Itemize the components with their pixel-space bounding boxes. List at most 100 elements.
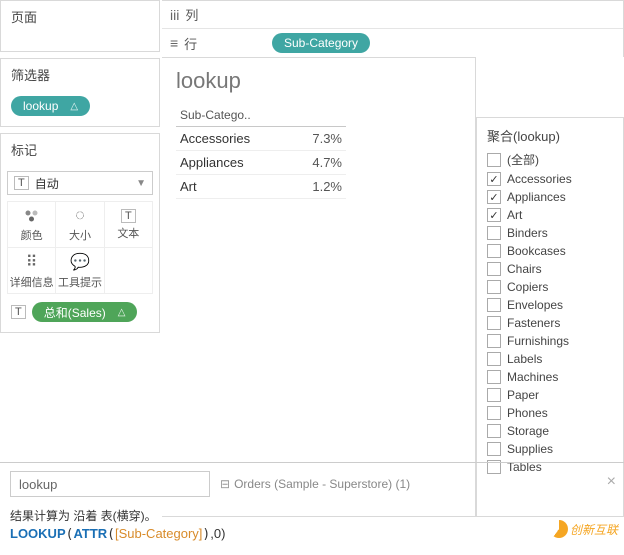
viz-title: lookup xyxy=(176,68,461,94)
columns-icon: iii xyxy=(170,7,179,23)
marks-pill-label: 总和(Sales) xyxy=(44,304,106,321)
fn-attr: ATTR xyxy=(73,526,107,541)
filter-checkbox-row[interactable]: Supplies xyxy=(481,440,619,458)
calc-result-description: 结果计算为 沿着 表(横穿)。 xyxy=(10,507,614,524)
checkbox[interactable] xyxy=(487,388,501,402)
filter-checkbox-row[interactable]: Accessories xyxy=(481,170,619,188)
checkbox-label: Accessories xyxy=(507,172,572,186)
checkbox-label: Machines xyxy=(507,370,558,384)
checkbox-label: Envelopes xyxy=(507,298,563,312)
checkbox-label: Bookcases xyxy=(507,244,566,258)
checkbox[interactable] xyxy=(487,370,501,384)
args-tail: ,0) xyxy=(210,526,225,541)
checkbox[interactable] xyxy=(487,316,501,330)
checkbox[interactable] xyxy=(487,262,501,276)
row-value: 1.2% xyxy=(312,179,342,194)
size-icon: ◌ xyxy=(75,207,85,225)
checkbox-label: (全部) xyxy=(507,151,539,168)
watermark: 创新互联 xyxy=(550,520,618,538)
checkbox[interactable] xyxy=(487,244,501,258)
close-icon[interactable]: × xyxy=(607,473,616,491)
checkbox-label: Chairs xyxy=(507,262,542,276)
filter-checkbox-row[interactable]: Furnishings xyxy=(481,332,619,350)
row-value: 7.3% xyxy=(312,131,342,146)
marks-size-label: 大小 xyxy=(69,227,91,243)
text-mark-icon: T xyxy=(11,305,26,319)
checkbox[interactable] xyxy=(487,208,501,222)
row-category: Accessories xyxy=(180,131,250,146)
checkbox-label: Copiers xyxy=(507,280,548,294)
row-category: Appliances xyxy=(180,155,244,170)
filter-checkbox-row[interactable]: Machines xyxy=(481,368,619,386)
marks-text-label: 文本 xyxy=(117,225,139,241)
filter-checkbox-row[interactable]: Fasteners xyxy=(481,314,619,332)
marks-color-label: 颜色 xyxy=(21,227,43,243)
filter-checkbox-row[interactable]: Binders xyxy=(481,224,619,242)
filter-checkbox-row[interactable]: Phones xyxy=(481,404,619,422)
delta-icon: △ xyxy=(70,101,78,112)
marks-detail-label: 详细信息 xyxy=(10,274,54,290)
checkbox[interactable] xyxy=(487,298,501,312)
datasource-icon: ⊟ xyxy=(220,477,230,491)
filter-checkbox-row[interactable]: Storage xyxy=(481,422,619,440)
filter-checkbox-row[interactable]: Paper xyxy=(481,386,619,404)
filter-checkbox-row[interactable]: Appliances xyxy=(481,188,619,206)
marks-tooltip-button[interactable]: 💬 工具提示 xyxy=(56,248,104,294)
filter-checkbox-row[interactable]: Art xyxy=(481,206,619,224)
calc-name-value: lookup xyxy=(19,477,57,492)
pages-shelf[interactable]: 页面 xyxy=(0,0,160,52)
filter-checkbox-row[interactable]: Labels xyxy=(481,350,619,368)
filter-checkbox-row[interactable]: Bookcases xyxy=(481,242,619,260)
filter-checkbox-row[interactable]: (全部) xyxy=(481,149,619,170)
checkbox[interactable] xyxy=(487,352,501,366)
rows-pill-subcategory[interactable]: Sub-Category xyxy=(272,33,370,53)
columns-shelf[interactable]: iii 列 xyxy=(162,1,623,29)
filter-pill-lookup[interactable]: lookup △ xyxy=(11,96,90,116)
row-category: Art xyxy=(180,179,197,194)
color-icon xyxy=(23,207,41,225)
marks-size-button[interactable]: ◌ 大小 xyxy=(56,202,104,248)
filters-shelf[interactable]: 筛选器 lookup △ xyxy=(0,58,160,127)
table-row[interactable]: Appliances4.7% xyxy=(176,151,346,175)
calc-formula[interactable]: LOOKUP(ATTR([Sub-Category]),0) xyxy=(10,526,614,542)
checkbox[interactable] xyxy=(487,226,501,240)
filter-checkbox-row[interactable]: Envelopes xyxy=(481,296,619,314)
marks-pill-sales[interactable]: 总和(Sales) △ xyxy=(32,302,138,322)
visualization-pane[interactable]: lookup Sub-Catego.. Accessories 7.3% Appli… xyxy=(162,57,476,517)
filter-checkbox-row[interactable]: Copiers xyxy=(481,278,619,296)
marks-text-button[interactable]: T 文本 xyxy=(105,202,153,248)
table-row[interactable]: Art 1.2% xyxy=(176,175,346,199)
marks-title: 标记 xyxy=(1,134,159,165)
checkbox-label: Furnishings xyxy=(507,334,569,348)
checkbox[interactable] xyxy=(487,406,501,420)
checkbox[interactable] xyxy=(487,442,501,456)
checkbox[interactable] xyxy=(487,153,501,167)
table-row[interactable]: Accessories 7.3% xyxy=(176,127,346,151)
rows-shelf[interactable]: ≡ 行 Sub-Category xyxy=(162,29,623,57)
checkbox[interactable] xyxy=(487,190,501,204)
watermark-text: 创新互联 xyxy=(570,521,618,538)
checkbox[interactable] xyxy=(487,424,501,438)
datasource-label[interactable]: ⊟ Orders (Sample - Superstore) (1) xyxy=(220,477,410,491)
checkbox[interactable] xyxy=(487,280,501,294)
checkbox-label: Art xyxy=(507,208,522,222)
marks-color-button[interactable]: 颜色 xyxy=(8,202,56,248)
checkbox-label: Paper xyxy=(507,388,539,402)
mark-type-dropdown[interactable]: T 自动 ▼ xyxy=(7,171,153,195)
filters-title: 筛选器 xyxy=(1,59,159,90)
checkbox-label: Phones xyxy=(507,406,548,420)
text-type-icon: T xyxy=(14,176,29,190)
marks-detail-button[interactable]: ⠿ 详细信息 xyxy=(8,248,56,294)
calc-name-input[interactable]: lookup xyxy=(10,471,210,497)
field-ref: [Sub-Category] xyxy=(115,526,202,541)
mark-type-label: 自动 xyxy=(35,175,59,192)
checkbox[interactable] xyxy=(487,172,501,186)
aggregate-filter-panel: 聚合(lookup) (全部)AccessoriesAppliancesArtB… xyxy=(476,117,624,517)
detail-icon: ⠿ xyxy=(26,252,38,272)
checkbox-label: Labels xyxy=(507,352,542,366)
filter-checkbox-row[interactable]: Chairs xyxy=(481,260,619,278)
checkbox[interactable] xyxy=(487,334,501,348)
delta-icon: △ xyxy=(118,307,126,318)
viz-column-header: Sub-Catego.. xyxy=(176,104,346,127)
rows-label: 行 xyxy=(184,34,197,53)
